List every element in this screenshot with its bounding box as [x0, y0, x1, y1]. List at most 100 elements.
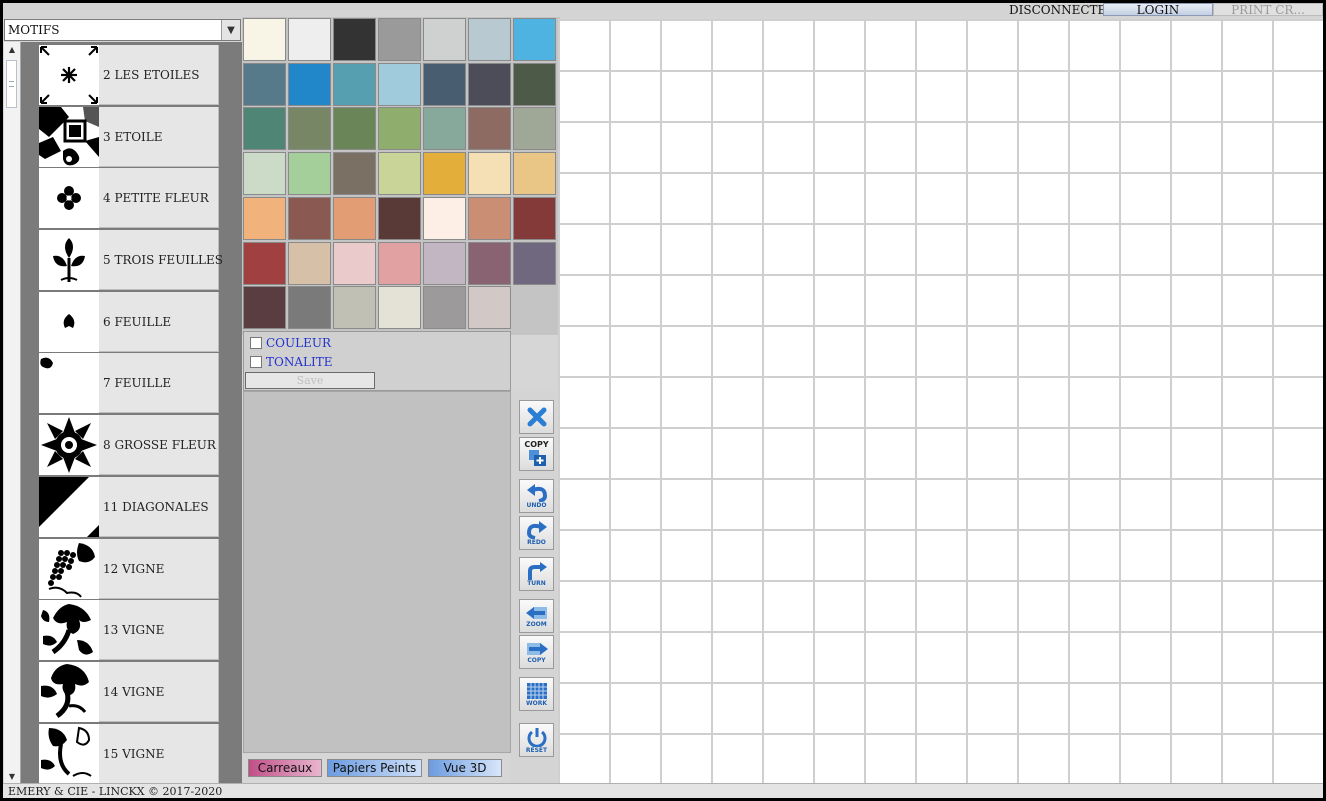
login-button[interactable]: LOGIN — [1103, 3, 1213, 17]
tool-column: COPY UNDO REDO TURN ZOOM COPY WORK RESET — [511, 391, 557, 783]
motif-item[interactable]: 11 DIAGONALES — [39, 476, 219, 537]
motif-item[interactable]: 2 LES ETOILES — [39, 45, 219, 105]
color-swatch[interactable] — [243, 18, 286, 61]
color-swatch[interactable] — [468, 62, 511, 106]
tab-papiers-peints[interactable]: Papiers Peints — [327, 759, 422, 777]
couleur-option[interactable]: COULEUR — [250, 335, 331, 351]
motif-item-label: 11 DIAGONALES — [103, 499, 209, 514]
undo-label: UNDO — [526, 501, 547, 509]
color-swatch[interactable] — [468, 241, 511, 285]
motif-item[interactable]: 5 TROIS FEUILLES — [39, 230, 223, 291]
reset-button[interactable]: RESET — [519, 723, 554, 757]
motif-item[interactable]: 3 ETOILE — [39, 106, 219, 167]
color-swatch[interactable] — [243, 286, 286, 330]
motif-item[interactable]: 15 VIGNE — [39, 723, 219, 784]
color-swatch[interactable] — [243, 152, 286, 196]
motif-item[interactable]: 8 GROSSE FLEUR — [39, 415, 219, 476]
motif-item-label: 4 PETITE FLEUR — [103, 191, 209, 206]
scrollbar-thumb[interactable] — [6, 60, 17, 108]
tonalite-option[interactable]: TONALITE — [250, 354, 332, 370]
color-swatch[interactable] — [333, 241, 376, 285]
motif-item[interactable]: 13 VIGNE — [39, 600, 219, 661]
motif-item-label: 8 GROSSE FLEUR — [103, 438, 216, 453]
color-swatch[interactable] — [378, 241, 421, 285]
color-swatch[interactable] — [243, 107, 286, 151]
color-swatch[interactable] — [288, 107, 331, 151]
color-swatch[interactable] — [243, 196, 286, 240]
color-swatch[interactable] — [423, 286, 466, 330]
save-button[interactable]: Save — [245, 372, 375, 389]
diagonal-motif-icon — [39, 476, 99, 537]
redo-button[interactable]: REDO — [519, 516, 554, 550]
color-swatch[interactable] — [468, 18, 511, 61]
big-flower-motif-icon — [39, 415, 99, 476]
connection-status: DISCONNECTED — [1009, 3, 1116, 17]
arrow-right-icon — [526, 642, 548, 655]
color-swatch[interactable] — [513, 241, 556, 285]
color-swatch[interactable] — [243, 241, 286, 285]
zoom-button[interactable]: ZOOM — [519, 599, 554, 633]
color-swatch[interactable] — [423, 196, 466, 240]
color-swatch[interactable] — [378, 62, 421, 106]
footer: EMERY & CIE - LINCKX © 2017-2020 — [3, 783, 1323, 798]
delete-button[interactable] — [519, 400, 554, 434]
color-options-panel: COULEUR TONALITE Save — [243, 331, 511, 391]
couleur-checkbox[interactable] — [250, 337, 262, 349]
color-swatch[interactable] — [378, 18, 421, 61]
motif-item[interactable]: 7 FEUILLE — [39, 353, 219, 414]
motif-item[interactable]: 4 PETITE FLEUR — [39, 168, 219, 229]
color-swatch[interactable] — [423, 107, 466, 151]
zoom-label: ZOOM — [526, 620, 547, 628]
turn-button[interactable]: TURN — [519, 557, 554, 591]
color-swatch[interactable] — [288, 286, 331, 330]
color-swatch[interactable] — [333, 18, 376, 61]
color-swatch[interactable] — [378, 196, 421, 240]
color-swatch[interactable] — [423, 62, 466, 106]
color-swatch[interactable] — [333, 196, 376, 240]
motif-item-label: 14 VIGNE — [103, 684, 165, 699]
vine-leaf-motif-icon — [39, 661, 99, 722]
motifs-dropdown[interactable]: MOTIFS ▼ — [4, 19, 241, 41]
color-swatch[interactable] — [288, 152, 331, 196]
color-swatch[interactable] — [468, 286, 511, 330]
work-button[interactable]: WORK — [519, 677, 554, 711]
tab-vue-3d[interactable]: Vue 3D — [428, 759, 502, 777]
color-swatch[interactable] — [423, 241, 466, 285]
design-grid-canvas[interactable] — [558, 19, 1323, 783]
color-swatch[interactable] — [513, 62, 556, 106]
tab-carreaux[interactable]: Carreaux — [248, 759, 322, 777]
scroll-down-arrow-icon[interactable]: ▼ — [4, 769, 20, 783]
color-swatch[interactable] — [513, 18, 556, 61]
color-swatch[interactable] — [288, 241, 331, 285]
color-swatch[interactable] — [378, 152, 421, 196]
color-swatch[interactable] — [513, 107, 556, 151]
color-swatch[interactable] — [513, 196, 556, 240]
color-swatch[interactable] — [333, 62, 376, 106]
color-swatch[interactable] — [468, 196, 511, 240]
color-swatch[interactable] — [468, 152, 511, 196]
color-swatch[interactable] — [333, 286, 376, 330]
color-swatch[interactable] — [288, 62, 331, 106]
color-swatch[interactable] — [423, 18, 466, 61]
color-swatch[interactable] — [288, 196, 331, 240]
scroll-up-arrow-icon[interactable]: ▲ — [4, 42, 20, 56]
motif-item[interactable]: 6 FEUILLE — [39, 291, 219, 352]
copy-add-button[interactable]: COPY — [519, 437, 554, 471]
color-swatch[interactable] — [513, 152, 556, 196]
chevron-down-icon[interactable]: ▼ — [221, 20, 240, 40]
color-swatch[interactable] — [378, 286, 421, 330]
color-swatch[interactable] — [243, 62, 286, 106]
motif-list-scrollbar[interactable]: ▲ ▼ — [4, 42, 21, 783]
tonalite-checkbox[interactable] — [250, 356, 262, 368]
motif-item[interactable]: 12 VIGNE — [39, 538, 219, 599]
color-swatch[interactable] — [423, 152, 466, 196]
color-swatch[interactable] — [333, 107, 376, 151]
motif-item[interactable]: 14 VIGNE — [39, 661, 219, 722]
undo-button[interactable]: UNDO — [519, 479, 554, 513]
color-swatch[interactable] — [288, 18, 331, 61]
color-swatch[interactable] — [468, 107, 511, 151]
color-swatch[interactable] — [378, 107, 421, 151]
color-swatch[interactable] — [333, 152, 376, 196]
print-button[interactable]: PRINT CR... — [1213, 3, 1323, 17]
copy-button[interactable]: COPY — [519, 635, 554, 669]
